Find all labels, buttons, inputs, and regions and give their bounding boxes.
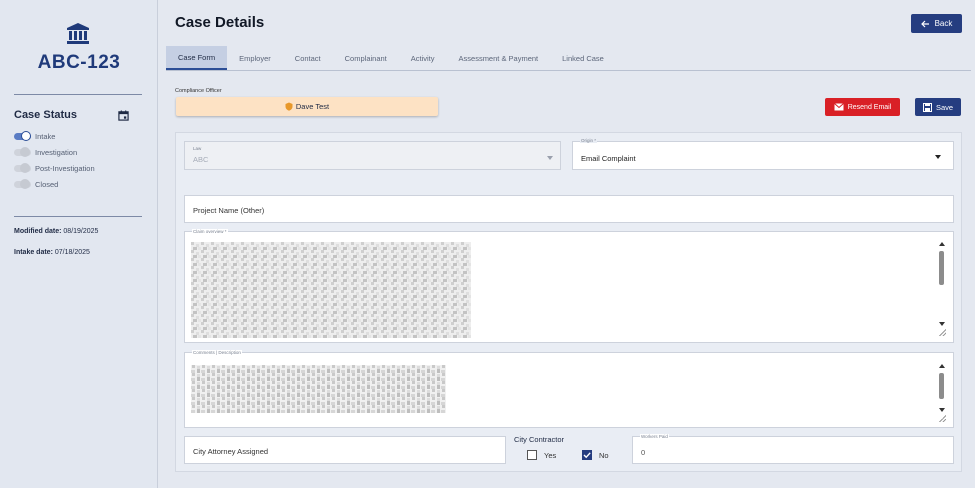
no-label: No [599,451,609,460]
arrow-left-icon [920,20,929,27]
case-form-card: Law ABC Origin * Email Complaint Project… [175,132,962,472]
tab-contact[interactable]: Contact [283,46,333,70]
dropdown-arrow-icon [547,156,553,160]
origin-value: Email Complaint [581,154,636,163]
status-label: Post-Investigation [35,163,95,173]
city-contractor-no-checkbox[interactable] [582,450,592,460]
scroll-thumb[interactable] [939,373,944,399]
modified-date-label: Modified date: [14,228,62,235]
shield-icon [285,102,293,111]
tab-case-form[interactable]: Case Form [166,46,228,70]
status-label: Intake [35,131,56,141]
law-label: Law [192,146,203,151]
investigation-toggle[interactable] [14,146,31,157]
bank-icon [67,23,89,44]
divider [14,94,142,95]
resize-grip-icon[interactable] [939,415,946,422]
tab-linked-case[interactable]: Linked Case [550,46,616,70]
claim-overview-textarea[interactable]: Claim overview * [184,229,954,343]
city-attorney-select[interactable]: City Attorney Assigned [184,436,506,464]
post-investigation-toggle[interactable] [14,162,31,173]
tab-bar: Case Form Employer Contact Complainant A… [166,46,616,70]
status-label: Investigation [35,147,78,157]
case-id: ABC-123 [37,52,121,73]
case-status-title: Case Status [14,109,77,121]
modified-date-value: 08/19/2025 [63,228,99,235]
status-label: Closed [35,179,59,189]
tab-activity[interactable]: Activity [399,46,447,70]
origin-label: Origin * [580,138,598,143]
origin-select[interactable]: Origin * Email Complaint [572,138,954,170]
law-value: ABC [193,155,209,164]
status-closed[interactable]: Closed [14,178,58,190]
back-label: Back [934,19,953,28]
resend-email-button[interactable]: Resend Email [825,98,900,116]
resend-label: Resend Email [847,103,892,111]
intake-date: Intake date: 07/18/2025 [14,249,90,256]
save-button[interactable]: Save [915,98,961,116]
scroll-up-icon[interactable] [939,364,945,368]
compliance-officer-label: Compliance Officer [175,88,222,94]
project-name-value: Project Name (Other) [193,206,265,215]
workers-paid-value: 0 [641,448,646,457]
divider [14,216,142,217]
workers-paid-input[interactable]: Workers Paid 0 [632,434,954,464]
intake-date-label: Intake date: [14,249,53,256]
law-select: Law ABC [184,141,561,170]
page-title: Case Details [175,14,265,31]
workers-paid-label: Workers Paid [640,434,669,439]
checkmark-icon [583,452,591,459]
scroll-up-icon[interactable] [939,242,945,246]
claim-overview-label: Claim overview * [192,229,228,234]
status-intake[interactable]: Intake [14,130,55,142]
intake-toggle[interactable] [14,130,31,141]
city-contractor-yes-checkbox[interactable] [527,450,537,460]
yes-label: Yes [544,451,557,460]
intake-date-value: 07/18/2025 [54,249,90,256]
sidebar: ABC-123 Case Status Intake Investigation… [0,0,158,488]
save-icon [922,102,932,112]
scrollbar[interactable] [938,242,946,328]
redacted-text-image [191,365,446,413]
tab-employer[interactable]: Employer [227,46,283,70]
back-button[interactable]: Back [911,14,962,33]
tab-assessment-payment[interactable]: Assessment & Payment [447,46,551,70]
dropdown-arrow-icon [935,155,941,159]
city-contractor-label: City Contractor [514,435,565,444]
city-attorney-value: City Attorney Assigned [193,447,269,456]
officer-name: Dave Test [295,102,330,111]
comments-textarea[interactable]: Comments | Description [184,350,954,428]
closed-toggle[interactable] [14,178,31,189]
scrollbar[interactable] [938,364,946,414]
modified-date: Modified date: 08/19/2025 [14,228,98,235]
save-label: Save [935,102,954,112]
email-icon [833,103,844,111]
resize-grip-icon[interactable] [939,329,946,336]
compliance-officer-chip[interactable]: Dave Test [176,97,438,116]
calendar-icon[interactable] [118,110,129,121]
project-name-input[interactable]: Project Name (Other) [184,195,954,223]
tabs-divider [166,70,971,71]
scroll-down-icon[interactable] [939,322,945,326]
scroll-thumb[interactable] [939,251,944,285]
redacted-text-image [191,242,471,338]
scroll-down-icon[interactable] [939,408,945,412]
status-investigation[interactable]: Investigation [14,146,77,158]
tab-complainant[interactable]: Complainant [333,46,399,70]
comments-label: Comments | Description [192,350,242,355]
status-post-investigation[interactable]: Post-Investigation [14,162,95,174]
